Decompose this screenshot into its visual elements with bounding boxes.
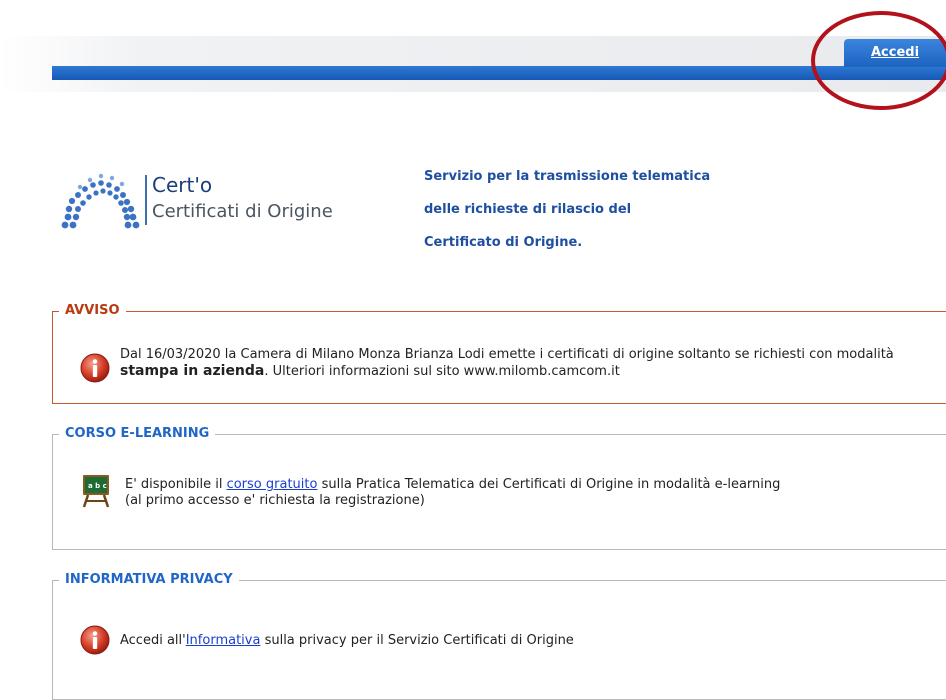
service-description: Servizio per la trasmissione telematica … (424, 160, 710, 259)
privacy-text-after: sulla privacy per il Servizio Certificat… (260, 633, 574, 648)
certo-logo: Cert'o Certificati di Origine (60, 165, 350, 235)
service-line: Servizio per la trasmissione telematica (424, 169, 711, 184)
privacy-text-before: Accedi all' (120, 633, 186, 648)
avviso-panel: AVVISO Dal 16/03/2020 la Camera di Milan… (52, 303, 946, 404)
logo-subtitle: Certificati di Origine (152, 201, 333, 222)
corso-gratuito-link[interactable]: corso gratuito (227, 477, 318, 492)
top-header (0, 36, 946, 92)
avviso-legend: AVVISO (59, 303, 126, 319)
login-link[interactable]: Accedi (871, 45, 919, 60)
login-tab[interactable]: Accedi (844, 39, 946, 67)
blackboard-icon: a b c (82, 475, 110, 508)
corso-panel: CORSO E-LEARNING a b c E' disponibile il… (52, 426, 946, 550)
corso-line-1-after: sulla Pratica Telematica dei Certificati… (317, 477, 781, 492)
service-line: delle richieste di rilascio del (424, 202, 632, 217)
avviso-line-2-rest: . Ulteriori informazioni sul sito www.mi… (264, 364, 620, 379)
informativa-link[interactable]: Informativa (186, 633, 261, 648)
avviso-text: Dal 16/03/2020 la Camera di Milano Monza… (120, 347, 894, 380)
privacy-text: Accedi all'Informativa sulla privacy per… (120, 633, 574, 649)
logo-title: Cert'o (152, 173, 213, 197)
privacy-legend: INFORMATIVA PRIVACY (59, 572, 239, 588)
avviso-line-1: Dal 16/03/2020 la Camera di Milano Monza… (120, 347, 894, 362)
corso-line-2: (al primo accesso e' richiesta la regist… (125, 493, 425, 508)
corso-legend: CORSO E-LEARNING (59, 426, 216, 442)
corso-line-1: E' disponibile il corso gratuito sulla P… (125, 477, 780, 493)
corso-line-1-before: E' disponibile il (125, 477, 227, 492)
info-icon (80, 625, 110, 655)
certo-dots-logo-icon (61, 173, 140, 229)
avviso-line-2: stampa in azienda. Ulteriori informazion… (120, 363, 894, 380)
svg-text:a b c: a b c (88, 482, 107, 490)
privacy-panel: INFORMATIVA PRIVACY Accedi all'Informati… (52, 572, 946, 700)
logo-divider (145, 175, 147, 225)
service-line: Certificato di Origine. (424, 235, 583, 250)
avviso-bold-text: stampa in azienda (120, 363, 265, 379)
header-blue-bar (52, 66, 946, 80)
info-icon (80, 353, 110, 383)
corso-text: E' disponibile il corso gratuito sulla P… (125, 477, 780, 509)
